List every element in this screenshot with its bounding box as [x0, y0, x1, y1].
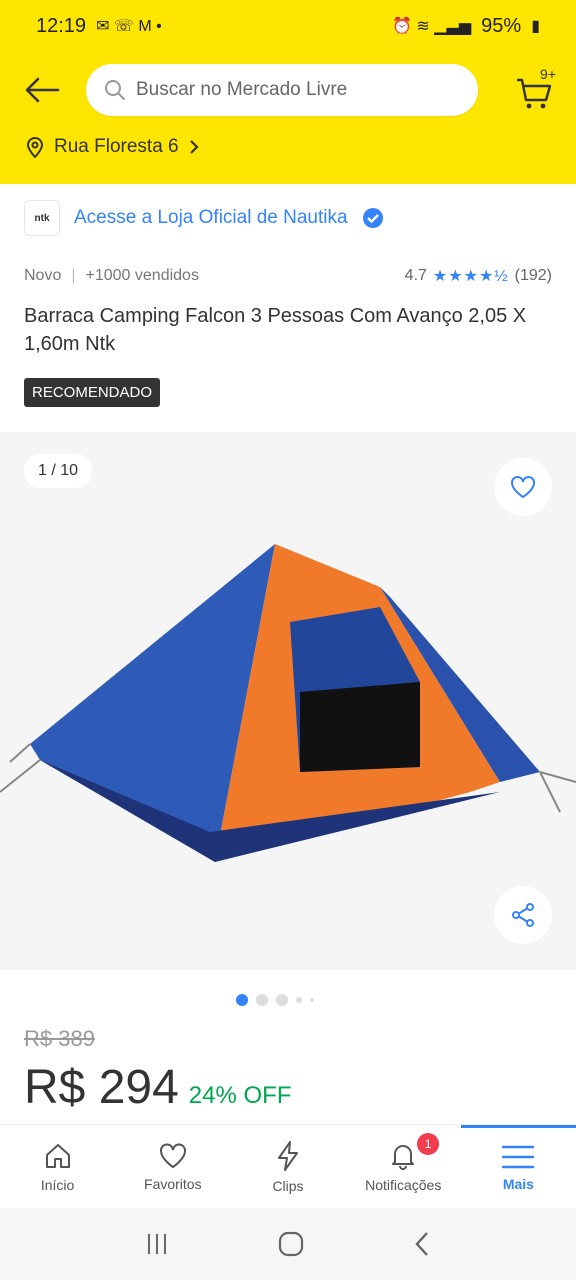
divider: |	[71, 267, 76, 284]
clock: 12:19	[36, 14, 87, 37]
nav-more-label: Mais	[502, 1176, 534, 1192]
search-placeholder: Buscar no Mercado Livre	[136, 79, 348, 100]
rating-value: 4.7	[404, 267, 427, 284]
gallery-counter: 1 / 10	[24, 454, 93, 488]
nav-notifications[interactable]: 1 Notificações	[346, 1125, 461, 1208]
pagination-dot	[310, 998, 314, 1002]
gallery-pagination	[236, 994, 314, 1006]
sold-count: +1000 vendidos	[85, 267, 199, 284]
bell-icon	[392, 1144, 415, 1170]
original-price: R$ 389	[24, 1026, 95, 1051]
product-title: Barraca Camping Falcon 3 Pessoas Com Ava…	[24, 305, 527, 355]
heart-icon	[159, 1143, 186, 1168]
bottom-navigation: Início Favoritos Clips 1 Notificações Ma…	[0, 1124, 576, 1208]
nav-clips-label: Clips	[272, 1177, 304, 1194]
pagination-dot	[236, 994, 248, 1006]
search-icon	[105, 80, 125, 100]
nav-favorites-label: Favoritos	[144, 1175, 202, 1192]
menu-icon	[502, 1145, 535, 1169]
current-price: R$ 294	[24, 1061, 179, 1114]
verified-icon	[362, 208, 383, 228]
search-input[interactable]: Buscar no Mercado Livre	[86, 64, 478, 116]
chevron-right-icon	[189, 140, 199, 154]
cart-count: 9+	[540, 66, 556, 82]
nav-home-label: Início	[40, 1176, 75, 1193]
share-button[interactable]	[494, 886, 552, 944]
nav-notifications-label: Notificações	[365, 1176, 442, 1193]
discount-label: 24% OFF	[188, 1082, 292, 1109]
home-button-icon[interactable]	[277, 1230, 305, 1258]
battery-icon: ▮	[531, 18, 540, 35]
condition: Novo	[24, 267, 62, 284]
app-header: Buscar no Mercado Livre 9+ Rua Floresta …	[0, 52, 576, 184]
battery-level: 95%	[481, 14, 522, 37]
location-pin-icon	[26, 137, 44, 158]
notification-badge: 1	[417, 1133, 440, 1155]
nav-clips[interactable]: Clips	[230, 1125, 345, 1208]
back-button[interactable]	[20, 72, 64, 108]
system-navigation	[0, 1208, 576, 1280]
share-icon	[512, 903, 534, 927]
product-gallery[interactable]: 1 / 10	[0, 432, 576, 970]
heart-icon	[511, 476, 535, 499]
official-store-row[interactable]: ntk Acesse a Loja Oficial de Nautika	[24, 200, 384, 236]
store-link[interactable]: Acesse a Loja Oficial de Nautika	[74, 207, 348, 229]
recent-apps-icon[interactable]	[144, 1231, 170, 1257]
back-nav-icon[interactable]	[412, 1230, 432, 1258]
rating[interactable]: 4.7 ★★★★½ (192)	[405, 266, 552, 286]
address-selector[interactable]: Rua Floresta 6	[26, 136, 199, 158]
home-icon	[45, 1143, 70, 1168]
pagination-dot	[256, 994, 268, 1006]
nav-home[interactable]: Início	[0, 1125, 115, 1208]
cart-button[interactable]: 9+	[514, 66, 558, 112]
product-meta: Novo | +1000 vendidos 4.7 ★★★★½ (192)	[24, 266, 552, 286]
signal-icons: ⏰ ≋ ▁▃▅	[392, 18, 472, 35]
pagination-dot	[296, 997, 302, 1003]
status-bar: 12:19 ✉ ☏ M • ⏰ ≋ ▁▃▅ 95% ▮	[0, 0, 576, 52]
lightning-icon	[278, 1140, 298, 1171]
star-rating-icon: ★★★★½	[432, 268, 509, 285]
recommended-badge: RECOMENDADO	[24, 378, 161, 407]
store-logo: ntk	[24, 200, 60, 236]
nav-more[interactable]: Mais	[460, 1125, 576, 1208]
pagination-dot	[276, 994, 288, 1006]
arrow-left-icon	[25, 77, 60, 103]
product-image	[0, 544, 576, 862]
favorite-button[interactable]	[494, 458, 552, 516]
nav-favorites[interactable]: Favoritos	[115, 1125, 230, 1208]
address-label: Rua Floresta 6	[54, 136, 179, 157]
price-row: R$ 294 24% OFF	[24, 1060, 291, 1115]
notification-icons: ✉ ☏ M •	[96, 18, 162, 35]
rating-count: (192)	[514, 267, 552, 284]
